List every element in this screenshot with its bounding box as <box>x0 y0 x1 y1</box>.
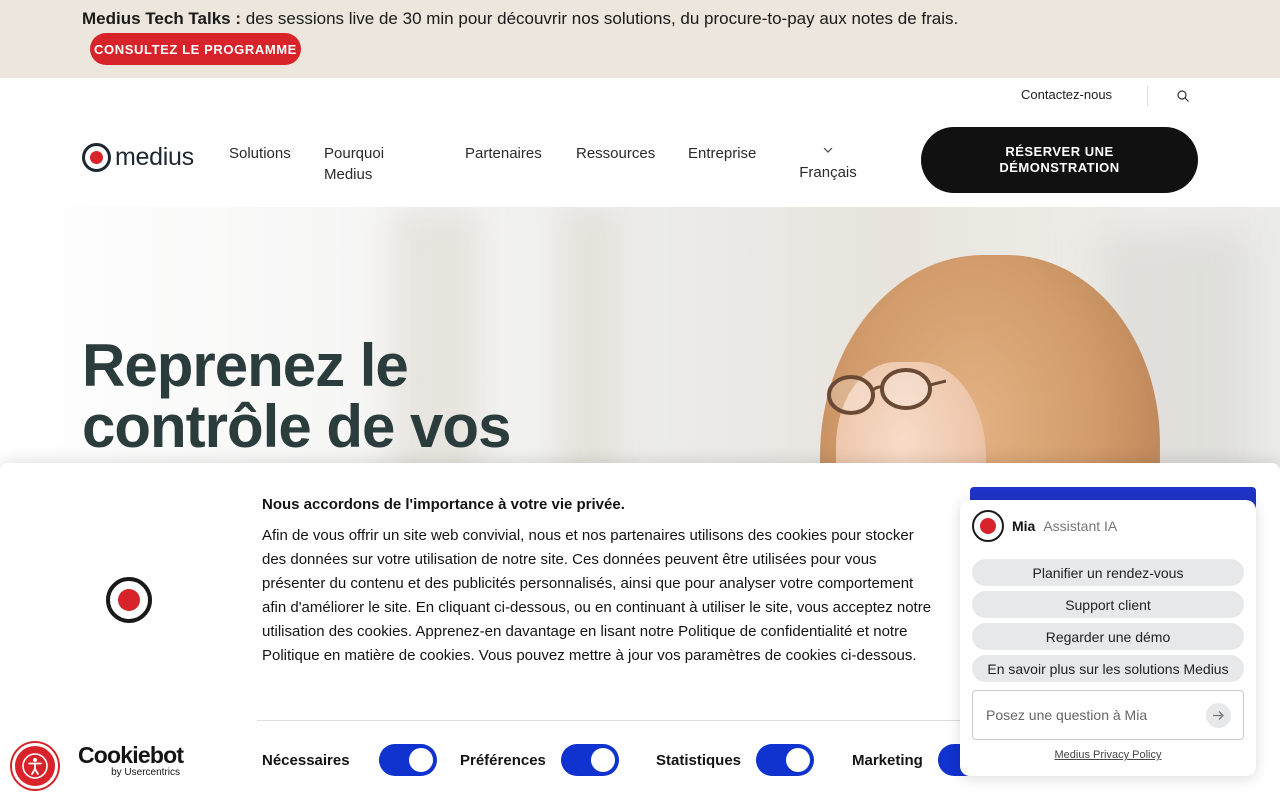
book-demo-button[interactable]: RÉSERVER UNE DÉMONSTRATION <box>921 127 1198 193</box>
site-header: Contactez-nous medius Solutions Pourquoi… <box>0 78 1280 207</box>
accessibility-icon <box>22 753 48 779</box>
logo-mark-icon <box>82 143 111 172</box>
medius-logo[interactable]: medius <box>82 143 194 172</box>
chat-agent-name: Mia <box>1012 518 1036 534</box>
chip-learn-solutions[interactable]: En savoir plus sur les solutions Medius <box>972 655 1244 682</box>
preferences-label: Préférences <box>460 751 546 769</box>
chat-widget: Mia Assistant IA Planifier un rendez-vou… <box>960 500 1256 776</box>
preferences-toggle[interactable] <box>560 744 619 776</box>
language-label: Français <box>799 164 857 181</box>
nav-ressources[interactable]: Ressources <box>576 143 655 164</box>
accessibility-button[interactable] <box>12 743 58 789</box>
mia-avatar <box>972 510 1004 542</box>
demo-line2: DÉMONSTRATION <box>999 160 1120 175</box>
nav-pourquoi-line1: Pourquoi <box>324 145 385 162</box>
statistics-label: Statistiques <box>656 751 742 769</box>
utility-divider <box>1147 86 1148 106</box>
privacy-policy-link[interactable]: Medius Privacy Policy <box>960 749 1256 761</box>
necessary-toggle-group: Nécessaires <box>262 744 437 776</box>
chat-agent-role: Assistant IA <box>1043 518 1118 534</box>
demo-line1: RÉSERVER UNE <box>1005 144 1114 159</box>
announcement-banner: Medius Tech Talks : des sessions live de… <box>0 0 1280 78</box>
arrow-right-icon <box>1213 711 1224 720</box>
cookie-title: Nous accordons de l'importance à votre v… <box>262 496 625 513</box>
statistics-toggle-group: Statistiques <box>656 744 815 776</box>
cookiebot-by: by Usercentrics <box>111 767 180 778</box>
chat-header: Mia Assistant IA <box>972 510 1117 542</box>
cookiebot-logo[interactable]: Cookiebot by Usercentrics <box>78 743 188 778</box>
hero-title-line1: Reprenez le <box>82 332 409 399</box>
chat-question-input[interactable] <box>972 690 1244 740</box>
banner-title: Medius Tech Talks : <box>82 9 242 28</box>
banner-description: des sessions live de 30 min pour découvr… <box>241 9 959 28</box>
chip-customer-support[interactable]: Support client <box>972 591 1244 618</box>
nav-entreprise[interactable]: Entreprise <box>688 143 756 164</box>
send-button[interactable] <box>1206 703 1231 728</box>
cookie-body: Afin de vous offrir un site web convivia… <box>262 527 932 664</box>
necessary-label: Nécessaires <box>262 751 350 769</box>
necessary-toggle[interactable] <box>378 744 437 776</box>
hero-title-line2: contrôle de vos <box>82 393 511 460</box>
nav-pourquoi-medius[interactable]: Pourquoi Medius <box>324 143 384 185</box>
preferences-toggle-group: Préférences <box>460 744 619 776</box>
statistics-toggle[interactable] <box>756 744 815 776</box>
search-icon[interactable] <box>1176 89 1190 103</box>
glasses-icon <box>827 368 946 415</box>
cookiebot-name: Cookiebot <box>78 742 184 768</box>
language-selector[interactable]: Français <box>797 145 859 181</box>
nav-pourquoi-line2: Medius <box>324 166 373 183</box>
chip-watch-demo[interactable]: Regarder une démo <box>972 623 1244 650</box>
program-button[interactable]: CONSULTEZ LE PROGRAMME <box>90 33 301 65</box>
contact-link[interactable]: Contactez-nous <box>1021 87 1112 102</box>
nav-solutions[interactable]: Solutions <box>229 143 291 164</box>
chip-schedule-meeting[interactable]: Planifier un rendez-vous <box>972 559 1244 586</box>
marketing-label: Marketing <box>852 751 923 769</box>
cookie-divider <box>257 720 977 721</box>
chevron-down-icon <box>823 147 833 153</box>
banner-text: Medius Tech Talks : des sessions live de… <box>82 9 958 29</box>
logo-text: medius <box>115 143 194 171</box>
hero-title: Reprenez le contrôle de vos <box>82 332 511 460</box>
nav-partenaires[interactable]: Partenaires <box>465 143 542 164</box>
medius-logo-icon <box>106 577 152 623</box>
